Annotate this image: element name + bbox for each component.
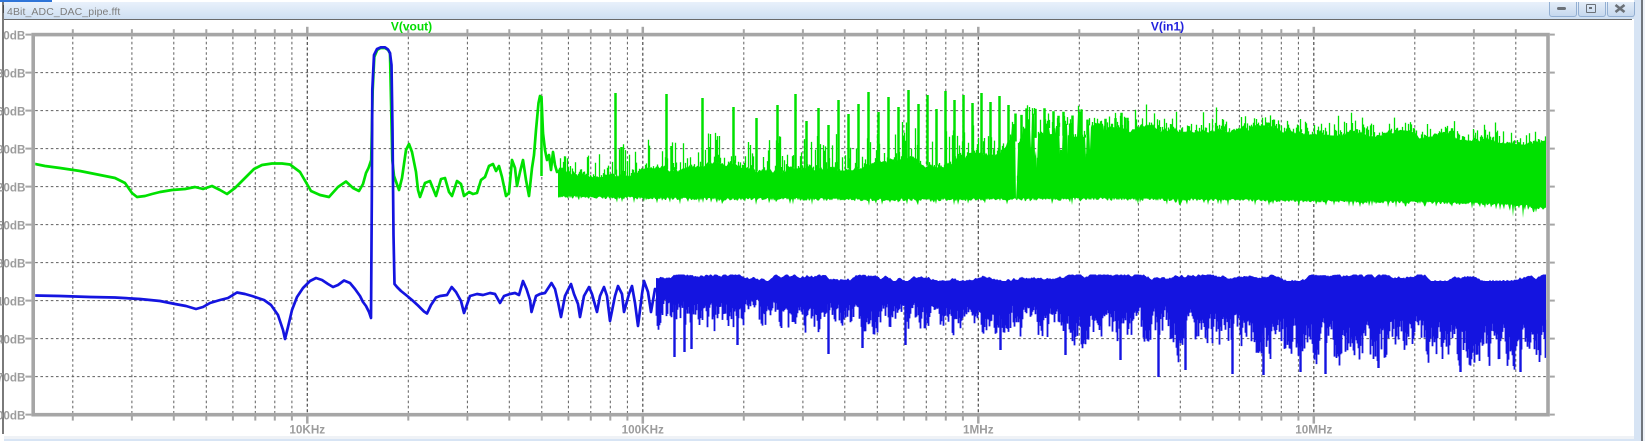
svg-text:-240dB: -240dB <box>0 333 25 346</box>
svg-text:1MHz: 1MHz <box>963 423 994 436</box>
svg-text:V(vout): V(vout) <box>391 19 432 33</box>
svg-text:10KHz: 10KHz <box>289 423 325 436</box>
svg-text:-120dB: -120dB <box>0 181 25 194</box>
svg-text:100KHz: 100KHz <box>622 423 664 436</box>
svg-text:-300dB: -300dB <box>0 409 25 422</box>
svg-text:-210dB: -210dB <box>0 295 25 308</box>
svg-text:-30dB: -30dB <box>0 67 25 80</box>
svg-text:-270dB: -270dB <box>0 371 25 384</box>
svg-text:0dB: 0dB <box>3 29 25 42</box>
svg-text:-90dB: -90dB <box>0 143 25 156</box>
svg-text:10MHz: 10MHz <box>1295 423 1332 436</box>
svg-text:-60dB: -60dB <box>0 105 25 118</box>
svg-text:-180dB: -180dB <box>0 257 25 270</box>
svg-text:-150dB: -150dB <box>0 219 25 232</box>
svg-text:V(in1): V(in1) <box>1151 19 1184 33</box>
